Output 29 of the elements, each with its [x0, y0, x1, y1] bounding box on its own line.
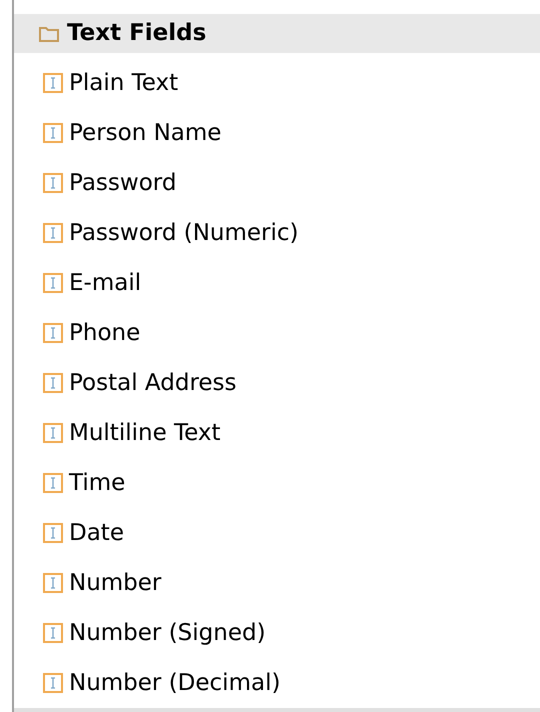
palette-item[interactable]: Number (Decimal) [69, 672, 280, 695]
palette-item[interactable]: Number [69, 572, 162, 595]
text-cursor-icon [43, 323, 63, 344]
text-cursor-icon [43, 573, 63, 594]
category-header[interactable]: Text Fields [14, 14, 540, 54]
text-cursor-icon [43, 373, 63, 394]
text-cursor-icon [43, 173, 63, 194]
palette-item[interactable]: Postal Address [69, 372, 237, 395]
palette-item[interactable]: Person Name [69, 122, 222, 145]
text-cursor-icon [43, 73, 63, 94]
text-cursor-icon [43, 623, 63, 644]
text-cursor-icon [43, 123, 63, 144]
folder-icon [39, 26, 59, 42]
palette-item[interactable]: Plain Text [69, 72, 178, 95]
palette-item[interactable]: Password (Numeric) [69, 222, 299, 245]
palette-item[interactable]: Number (Signed) [69, 622, 266, 645]
text-cursor-icon [43, 473, 63, 494]
text-cursor-icon [43, 423, 63, 444]
palette-item[interactable]: Multiline Text [69, 422, 221, 445]
text-cursor-icon [43, 523, 63, 544]
palette-item[interactable]: Date [69, 522, 124, 545]
text-cursor-icon [43, 223, 63, 244]
text-cursor-icon [43, 273, 63, 294]
text-cursor-icon [43, 673, 63, 694]
category-title: Text Fields [67, 22, 206, 46]
palette-item[interactable]: Password [69, 172, 176, 195]
palette-item[interactable]: Time [69, 472, 126, 495]
palette-item[interactable]: E-mail [69, 272, 142, 295]
palette-item[interactable]: Phone [69, 322, 140, 345]
